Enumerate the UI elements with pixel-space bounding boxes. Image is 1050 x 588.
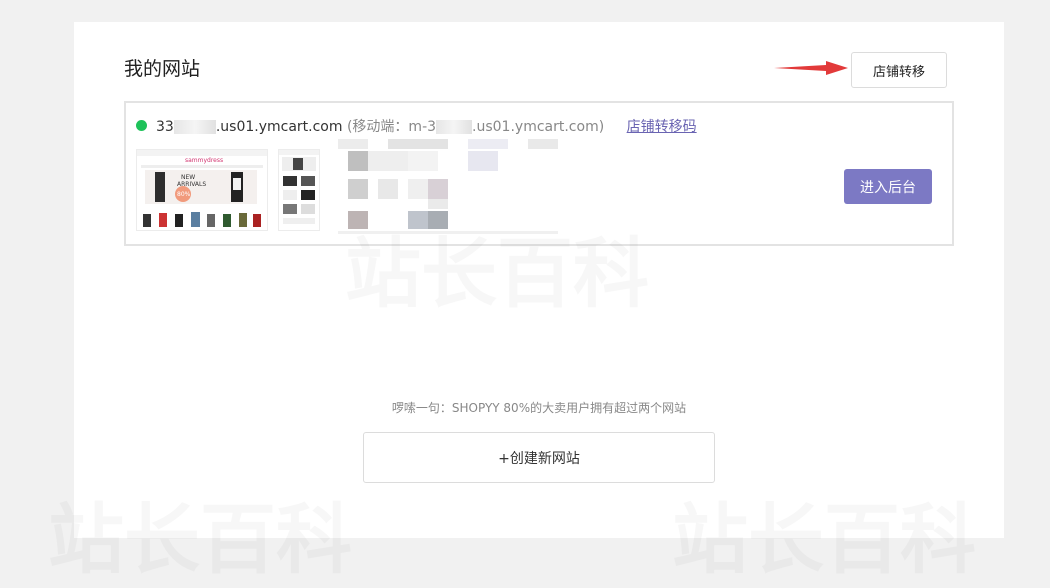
thumb-badge: 80% <box>177 191 191 198</box>
main-panel: 我的网站 店铺转移 33 .us01.ymcart.com (移动端：m-3 .us… <box>74 22 1004 538</box>
store-transfer-button[interactable]: 店铺转移 <box>851 52 947 88</box>
site-domain-line: 33 .us01.ymcart.com (移动端：m-3 .us01.ymcart.… <box>156 116 697 136</box>
mobile-preview-image <box>279 150 319 224</box>
mobile-preview-thumbnail[interactable] <box>278 149 320 231</box>
thumb-banner-line2: ARRIVALS <box>177 181 206 188</box>
create-new-site-button[interactable]: +创建新网站 <box>363 432 715 483</box>
page-title: 我的网站 <box>124 58 201 80</box>
thumb-logo: sammydress <box>185 157 223 164</box>
transfer-code-link[interactable]: 店铺转移码 <box>627 119 697 135</box>
site-card: 33 .us01.ymcart.com (移动端：m-3 .us01.ymcart.… <box>124 101 954 246</box>
hint-text: 啰嗦一句：SHOPYY 80%的大卖用户拥有超过两个网站 <box>391 401 687 415</box>
blurred-text <box>173 120 216 134</box>
mobile-domain: (移动端：m-3 .us01.ymcart.com) <box>346 119 605 135</box>
blurred-text <box>436 120 473 134</box>
site-domain[interactable]: 33 .us01.ymcart.com <box>156 119 343 135</box>
status-dot-icon <box>136 120 147 131</box>
enter-backend-button[interactable]: 进入后台 <box>844 169 932 204</box>
desktop-preview-thumbnail[interactable]: sammydress 80% NEW ARRIVALS <box>136 149 268 231</box>
pixelated-site-info <box>338 139 568 234</box>
thumb-banner-line1: NEW <box>181 174 195 181</box>
red-arrow-icon <box>774 61 848 75</box>
desktop-preview-image: sammydress 80% NEW ARRIVALS <box>137 150 267 227</box>
